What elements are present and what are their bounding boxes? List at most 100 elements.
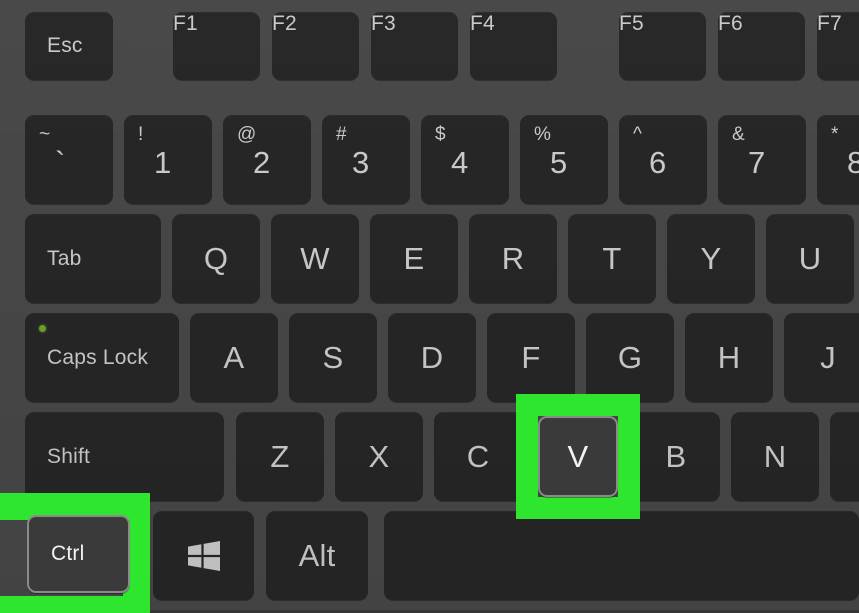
key-tab-legend: Tab — [47, 246, 82, 270]
key-keyv[interactable]: V — [538, 416, 618, 497]
key-keyn-legend: N — [763, 438, 787, 474]
key-keyz-legend: Z — [270, 438, 290, 474]
key-keyc[interactable]: C — [434, 412, 522, 501]
key-keyq[interactable]: Q — [172, 214, 260, 303]
key-ctrl-legend: Ctrl — [51, 542, 85, 565]
key-keye-legend: E — [403, 240, 425, 276]
key-keyn[interactable]: N — [731, 412, 819, 501]
key-f2[interactable]: F2 — [272, 12, 359, 80]
key-f5[interactable]: F5 — [619, 12, 706, 80]
key-win[interactable] — [153, 511, 254, 600]
key-keyg-legend: G — [617, 339, 643, 375]
key-keyt[interactable]: T — [568, 214, 656, 303]
key-digit6[interactable]: ^ 6 — [619, 115, 707, 204]
key-f6[interactable]: F6 — [718, 12, 805, 80]
key-f5-legend: F5 — [619, 12, 644, 35]
key-digit1-legend: 1 — [154, 145, 172, 180]
caps-lock-led-indicator — [39, 325, 46, 332]
key-keyx[interactable]: X — [335, 412, 423, 501]
key-keyh[interactable]: H — [685, 313, 773, 402]
key-digit8-legend: 8 — [847, 145, 859, 180]
key-digit2-legend: 2 — [253, 145, 271, 180]
key-esc-legend: Esc — [47, 34, 83, 57]
key-digit1-shifted-legend: ! — [138, 124, 144, 145]
key-esc[interactable]: Esc — [25, 12, 113, 80]
key-keye[interactable]: E — [370, 214, 458, 303]
key-alt[interactable]: Alt — [266, 511, 368, 600]
key-keys[interactable]: S — [289, 313, 377, 402]
key-backquote-shifted-legend: ~ — [39, 124, 51, 145]
key-keyj-legend: J — [820, 339, 836, 375]
key-keyf[interactable]: F — [487, 313, 575, 402]
key-shift-legend: Shift — [47, 444, 91, 468]
key-digit5-shifted-legend: % — [534, 124, 552, 145]
key-f2-legend: F2 — [272, 12, 297, 35]
key-digit8-shifted-legend: * — [831, 124, 839, 145]
key-keyr-legend: R — [501, 240, 525, 276]
key-ctrl[interactable]: Ctrl — [27, 515, 130, 593]
key-digit7-legend: 7 — [748, 145, 766, 180]
key-keyu[interactable]: U — [766, 214, 854, 303]
key-digit8[interactable]: * 8 — [817, 115, 859, 204]
key-digit4-shifted-legend: $ — [435, 124, 446, 145]
key-f7-legend: F7 — [817, 12, 842, 35]
key-digit7[interactable]: & 7 — [718, 115, 806, 204]
key-keyy-legend: Y — [700, 240, 722, 276]
key-shift[interactable]: Shift — [25, 412, 224, 501]
key-keyx-legend: X — [368, 438, 390, 474]
key-digit6-legend: 6 — [649, 145, 667, 180]
key-f1-legend: F1 — [173, 12, 198, 35]
key-keyd[interactable]: D — [388, 313, 476, 402]
key-keyj[interactable]: J — [784, 313, 859, 402]
key-keyg[interactable]: G — [586, 313, 674, 402]
key-digit4[interactable]: $4 — [421, 115, 509, 204]
key-digit4-legend: 4 — [451, 145, 469, 180]
key-f3[interactable]: F3 — [371, 12, 458, 80]
key-digit5[interactable]: % 5 — [520, 115, 608, 204]
key-keyz[interactable]: Z — [236, 412, 324, 501]
key-keys-legend: S — [322, 339, 344, 375]
key-capslock-legend: Caps Lock — [47, 345, 149, 369]
key-keyh-legend: H — [717, 339, 741, 375]
key-keyw-legend: W — [300, 240, 330, 276]
key-digit3-legend: 3 — [352, 145, 370, 180]
key-digit3[interactable]: #3 — [322, 115, 410, 204]
key-f4-legend: F4 — [470, 12, 495, 35]
key-keyr[interactable]: R — [469, 214, 557, 303]
key-keyc-legend: C — [466, 438, 490, 474]
key-keyq-legend: Q — [203, 240, 229, 276]
key-f3-legend: F3 — [371, 12, 396, 35]
key-keya[interactable]: A — [190, 313, 278, 402]
windows-logo-icon — [187, 540, 220, 571]
key-keyv-legend: V — [567, 438, 589, 474]
key-backquote-legend: ` — [55, 145, 66, 180]
key-digit7-shifted-legend: & — [732, 124, 745, 145]
key-tab[interactable]: Tab — [25, 214, 161, 303]
key-keyb[interactable]: B — [632, 412, 720, 501]
key-f1[interactable]: F1 — [173, 12, 260, 80]
key-alt-legend: Alt — [298, 537, 336, 573]
key-keym-legend: M — [830, 439, 859, 475]
key-keyf-legend: F — [521, 339, 541, 375]
key-f4[interactable]: F4 — [470, 12, 557, 80]
key-digit1[interactable]: ! 1 — [124, 115, 212, 204]
key-digit6-shifted-legend: ^ — [633, 124, 643, 145]
key-digit2-shifted-legend: @ — [237, 124, 257, 145]
key-digit3-shifted-legend: # — [336, 124, 347, 145]
key-keya-legend: A — [223, 339, 245, 375]
key-keyt-legend: T — [602, 240, 622, 276]
key-keym[interactable]: M — [830, 412, 859, 501]
key-keyb-legend: B — [665, 438, 687, 474]
key-keyw[interactable]: W — [271, 214, 359, 303]
key-digit5-legend: 5 — [550, 145, 568, 180]
key-backquote[interactable]: ~ ` — [25, 115, 113, 204]
key-keyy[interactable]: Y — [667, 214, 755, 303]
key-keyu-legend: U — [798, 240, 822, 276]
key-digit2[interactable]: @2 — [223, 115, 311, 204]
key-capslock[interactable]: Caps Lock — [25, 313, 179, 402]
keyboard-illustration: Esc F1 F2 F3 F4 F5 F6 F7 ~ `! 1 @2 #3 $4% 5 ^ 6 & 7 * 8 Tab Q W… — [0, 0, 859, 613]
key-f7[interactable]: F7 — [817, 12, 859, 80]
key-keyd-legend: D — [420, 339, 444, 375]
key-space[interactable] — [384, 511, 859, 600]
key-f6-legend: F6 — [718, 12, 743, 35]
